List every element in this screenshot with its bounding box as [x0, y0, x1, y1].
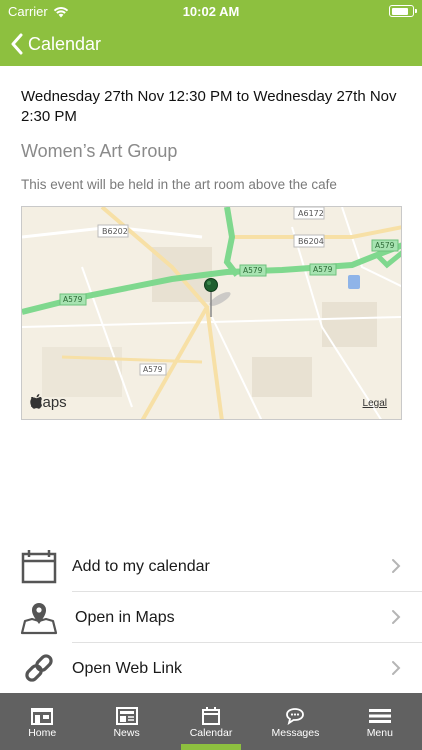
tab-messages[interactable]: Messages: [253, 693, 337, 750]
chevron-right-icon: [392, 661, 401, 675]
battery-level: [391, 7, 408, 15]
maps-logo: Maps: [30, 394, 67, 411]
tab-label: Home: [28, 727, 57, 739]
calendar-icon: [199, 707, 223, 725]
calendar-icon: [20, 547, 58, 585]
map-legal-link[interactable]: Legal: [363, 398, 387, 409]
chevron-right-icon: [392, 559, 401, 573]
back-label: Calendar: [28, 33, 102, 54]
newspaper-icon: [115, 707, 139, 725]
action-list: Add to my calendar Open in Maps Open Web…: [0, 541, 422, 694]
map-road-label: B6202: [102, 227, 128, 236]
chevron-left-icon: [11, 33, 23, 55]
map-block: [252, 357, 312, 397]
nav-header: Carrier 10:02 AM Calendar: [0, 0, 422, 66]
active-tab-indicator: [180, 744, 242, 750]
map-road-label: A579: [63, 295, 83, 304]
event-title: Women’s Art Group: [21, 141, 178, 161]
status-time: 10:02 AM: [182, 4, 240, 19]
tab-label: Messages: [271, 727, 320, 739]
hamburger-icon: [368, 707, 392, 725]
tab-label: Calendar: [189, 727, 233, 739]
map-road-label: A6172: [298, 209, 324, 218]
map-canvas: A6172 B6202 B6204 A579 A579 A579 A579 A5…: [22, 207, 401, 419]
event-description: This event will be held in the art room …: [21, 177, 337, 192]
back-button[interactable]: Calendar: [10, 30, 101, 58]
chat-icon: [283, 707, 307, 725]
action-label: Open Web Link: [72, 659, 182, 677]
tab-label: Menu: [366, 727, 393, 739]
bus-stop-icon: [348, 275, 360, 289]
tab-home[interactable]: Home: [0, 693, 84, 750]
app-root: Carrier 10:02 AM Calendar Wednesday 27th…: [0, 0, 422, 750]
tab-calendar[interactable]: Calendar: [169, 693, 253, 750]
action-label: Add to my calendar: [72, 557, 210, 575]
action-label: Open in Maps: [75, 608, 175, 626]
tab-menu[interactable]: Menu: [338, 693, 422, 750]
map-pin-icon: [20, 598, 58, 636]
map-road-label: A579: [243, 266, 263, 275]
map-block: [42, 347, 122, 397]
event-date-range: Wednesday 27th Nov 12:30 PM to Wednesday…: [21, 88, 397, 125]
map-road-label: B6204: [298, 237, 324, 246]
map-road-label: A579: [313, 265, 333, 274]
home-icon: [30, 707, 54, 725]
tab-news[interactable]: News: [84, 693, 168, 750]
apple-logo-icon: [30, 394, 43, 409]
map-major-road: [223, 207, 240, 277]
map-road-label: A579: [375, 241, 395, 250]
battery-icon: [389, 5, 417, 17]
status-bar: Carrier 10:02 AM: [0, 0, 422, 24]
open-in-maps-button[interactable]: Open in Maps: [0, 592, 422, 643]
add-to-calendar-button[interactable]: Add to my calendar: [0, 541, 422, 592]
tab-label: News: [113, 727, 140, 739]
link-icon: [20, 649, 58, 687]
open-web-link-button[interactable]: Open Web Link: [0, 643, 422, 694]
chevron-right-icon: [392, 610, 401, 624]
tab-bar: Home News Calendar Messages Menu: [0, 693, 422, 750]
map-road-label: A579: [143, 365, 163, 374]
map-view[interactable]: A6172 B6202 B6204 A579 A579 A579 A579 A5…: [21, 206, 402, 420]
